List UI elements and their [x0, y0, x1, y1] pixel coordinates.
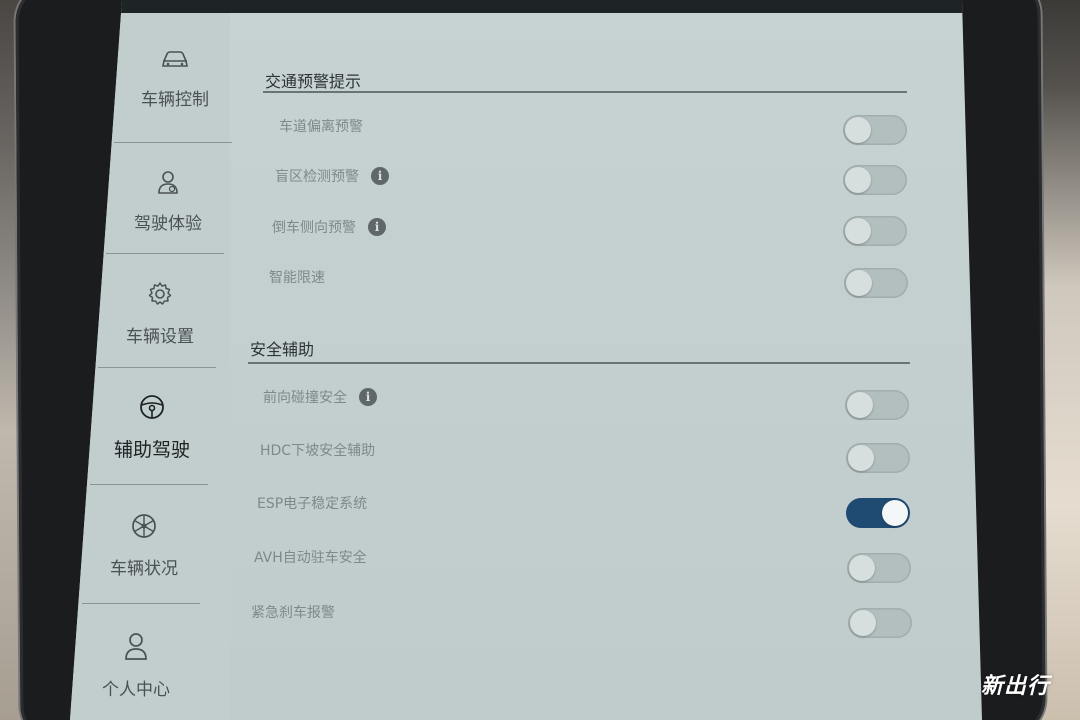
- sidebar-item-label: 车辆状况: [110, 558, 178, 579]
- setting-avh-label: AVH自动驻车安全: [254, 550, 367, 566]
- info-icon[interactable]: i: [368, 218, 386, 236]
- car-icon: [160, 49, 190, 71]
- info-icon[interactable]: i: [371, 167, 389, 185]
- steering-wheel-icon: [138, 393, 166, 421]
- lane-departure-toggle[interactable]: [843, 115, 907, 145]
- toggle-knob: [845, 167, 871, 193]
- nav-divider: [82, 603, 200, 604]
- rear-cross-traffic-toggle[interactable]: [843, 216, 907, 246]
- section-title-traffic-warnings: 交通预警提示: [265, 72, 362, 91]
- sidebar-item-label: 辅助驾驶: [113, 438, 190, 461]
- avh-toggle[interactable]: [847, 553, 911, 583]
- sidebar-item-label: 驾驶体验: [134, 213, 202, 234]
- nav-divider: [106, 253, 224, 254]
- toggle-knob: [848, 445, 874, 471]
- nav-divider: [98, 367, 216, 368]
- sidebar-item-profile[interactable]: 个人中心: [76, 609, 196, 720]
- forward-collision-toggle[interactable]: [845, 390, 909, 420]
- setting-hdc-label: HDC下坡安全辅助: [260, 443, 376, 459]
- toggle-knob: [849, 555, 875, 581]
- sidebar-item-label: 车辆控制: [141, 89, 209, 110]
- section-divider: [263, 91, 907, 93]
- nav-divider: [90, 484, 208, 485]
- toggle-knob: [845, 218, 871, 244]
- setting-speed-limit-label: 智能限速: [269, 270, 325, 286]
- sidebar-item-label: 车辆设置: [126, 326, 194, 347]
- sidebar-item-label: 个人中心: [102, 679, 170, 700]
- toggle-knob: [847, 392, 873, 418]
- nav-divider: [114, 142, 232, 143]
- emergency-brake-toggle[interactable]: [848, 608, 912, 638]
- toggle-knob: [846, 270, 872, 296]
- setting-lane-departure-label: 车道偏离预警: [279, 119, 363, 135]
- section-title-safety-assist: 安全辅助: [250, 340, 315, 359]
- setting-esp-label: ESP电子稳定系统: [257, 496, 368, 512]
- setting-blind-spot-label: 盲区检测预警 i: [275, 166, 389, 186]
- info-icon[interactable]: i: [359, 388, 377, 406]
- wheel-icon: [130, 512, 158, 540]
- sidebar-item-vehicle-settings[interactable]: 车辆设置: [100, 257, 220, 369]
- blind-spot-toggle[interactable]: [843, 165, 907, 195]
- setting-emergency-brake-label: 紧急刹车报警: [251, 605, 335, 621]
- speed-limit-toggle[interactable]: [844, 268, 908, 298]
- gear-icon: [146, 280, 174, 308]
- toggle-knob: [850, 610, 876, 636]
- sidebar-item-driving-experience[interactable]: 驾驶体验: [108, 145, 228, 257]
- sidebar-item-vehicle-status[interactable]: 车辆状况: [84, 489, 204, 601]
- sidebar-item-driver-assist[interactable]: 辅助驾驶: [92, 371, 212, 483]
- esp-toggle[interactable]: [846, 498, 910, 528]
- hdc-toggle[interactable]: [846, 443, 910, 473]
- status-bar: [70, 0, 982, 13]
- driver-icon: [155, 169, 181, 195]
- setting-forward-collision-label: 前向碰撞安全 i: [263, 387, 377, 407]
- sidebar-item-vehicle-control[interactable]: 车辆控制: [115, 23, 235, 135]
- toggle-knob: [882, 500, 908, 526]
- setting-rear-cross-traffic-label: 倒车侧向预警 i: [272, 217, 386, 237]
- section-divider: [248, 362, 910, 364]
- toggle-knob: [845, 117, 871, 143]
- infotainment-screen: 车辆控制 驾驶体验 车辆设置 辅助驾驶 车辆状况 个人中心 交通预警提示 车道偏…: [70, 0, 982, 720]
- user-icon: [123, 631, 149, 661]
- watermark-logo: 新出行: [980, 674, 1050, 699]
